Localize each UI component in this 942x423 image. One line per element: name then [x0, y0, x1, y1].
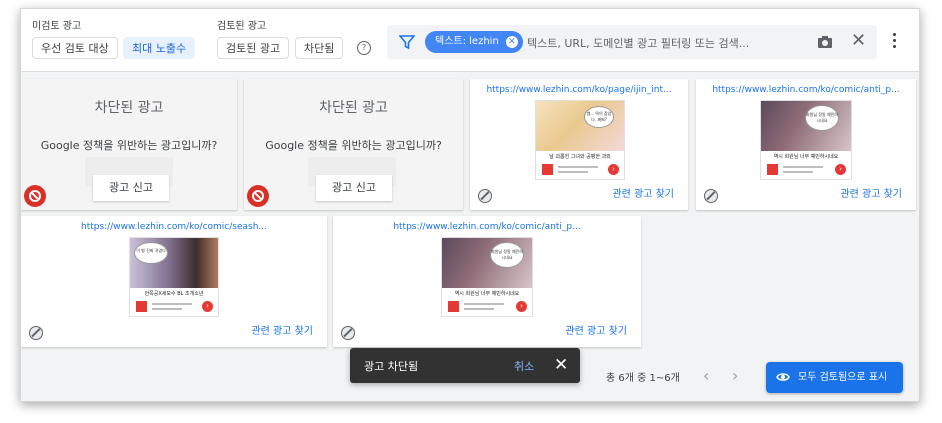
undo-button[interactable]: 취소 [514, 358, 534, 374]
close-snackbar-icon[interactable]: ✕ [554, 355, 568, 375]
blocked-ad-title: 차단된 광고 [319, 100, 388, 116]
blocked-icon[interactable] [247, 185, 269, 207]
ad-url[interactable]: https://www.lezhin.com/ko/comic/anti_p..… [333, 222, 641, 232]
more-options-icon[interactable] [893, 33, 897, 51]
policy-question: Google 정책을 위반하는 광고입니까? [265, 139, 442, 152]
text-line [558, 171, 588, 173]
ad-card[interactable]: https://www.lezhin.com/ko/page/ijin_int.… [470, 79, 688, 210]
cta-arrow-icon: › [608, 164, 619, 175]
speech-bubble: 쌤... 떡이 잡았다. 쩌쩌? [584, 106, 614, 128]
priority-review-chip[interactable]: 우선 검토 대상 [32, 37, 118, 59]
find-related-ads-link[interactable]: 관련 광고 찾기 [612, 185, 674, 200]
cta-arrow-icon: › [835, 164, 846, 175]
speech-bubble: 회원님 정말 예민하시네요 [490, 242, 524, 268]
ad-blocked-snackbar: 광고 차단됨 취소 ✕ [350, 348, 580, 383]
previous-page-icon[interactable]: ‹ [703, 366, 709, 385]
speech-bubble: 이 형 진짜 귀엽다 [134, 242, 168, 264]
brand-logo-icon [136, 301, 147, 312]
blocked-ad-card: 차단된 광고 Google 정책을 위반하는 광고입니까? 광고 신고 [21, 79, 237, 210]
mark-all-reviewed-button[interactable]: 모두 검토됨으로 표시 [766, 362, 903, 393]
text-line [464, 303, 504, 305]
brand-logo-icon [542, 164, 553, 175]
brand-logo-icon [448, 301, 459, 312]
reviewed-group-label: 검토된 광고 [217, 21, 267, 32]
ad-caption: 역시 회원님 너무 예민하시네요 [454, 291, 520, 297]
ad-thumbnail: 이 형 진짜 귀엽다 안쪽공X세모수 BL 조개소년 › [129, 237, 219, 317]
ad-card[interactable]: https://www.lezhin.com/ko/comic/seash...… [21, 216, 327, 347]
report-ad-button[interactable]: 광고 신고 [316, 175, 392, 201]
blocked-icon[interactable] [24, 185, 46, 207]
eye-icon [776, 373, 790, 381]
blocked-chip[interactable]: 차단됨 [295, 37, 344, 59]
block-ad-icon[interactable] [478, 189, 492, 203]
text-filter-chip-label: 텍스트: lezhin [435, 36, 499, 47]
speech-bubble: 회원님 정말 예민하시네요 [805, 105, 839, 131]
max-exposure-chip[interactable]: 최대 노출수 [123, 37, 196, 59]
text-filter-chip[interactable]: 텍스트: lezhin ✕ [425, 31, 523, 53]
blocked-ad-title: 차단된 광고 [94, 100, 164, 116]
block-ad-icon[interactable] [341, 326, 355, 340]
ad-thumbnail: 회원님 정말 예민하시네요 역시 회원님 너무 예민하시네요 › [441, 237, 533, 317]
report-ad-button[interactable]: 광고 신고 [93, 175, 169, 201]
text-line [783, 171, 813, 173]
blocked-ad-card: 차단된 광고 Google 정책을 위반하는 광고입니까? 광고 신고 [244, 79, 463, 210]
ad-thumbnail: 쌤... 떡이 잡았다. 쩌쩌? 날 괴롭힌 그녀와 공평한 과외 › [535, 100, 625, 180]
brand-logo-icon [767, 164, 778, 175]
snackbar-message: 광고 차단됨 [364, 360, 419, 373]
screenshot-icon[interactable] [817, 34, 833, 50]
policy-question: Google 정책을 위반하는 광고입니까? [40, 139, 218, 152]
next-page-icon[interactable]: › [732, 366, 738, 385]
reviewed-ads-chip[interactable]: 검토된 광고 [217, 37, 290, 59]
mark-all-reviewed-label: 모두 검토됨으로 표시 [798, 372, 888, 383]
text-line [783, 166, 823, 168]
ad-review-panel: 미검토 광고 우선 검토 대상 최대 노출수 검토된 광고 검토된 광고 차단됨… [20, 8, 920, 402]
remove-filter-icon[interactable]: ✕ [505, 36, 518, 48]
ad-url[interactable]: https://www.lezhin.com/ko/page/ijin_int.… [470, 85, 688, 95]
ad-thumbnail: 회원님 정말 예민하시네요 역시 회원님 너무 예민하시네요 › [760, 100, 852, 180]
find-related-ads-link[interactable]: 관련 광고 찾기 [251, 322, 313, 337]
text-line [558, 166, 598, 168]
text-line [464, 308, 494, 310]
ad-caption: 역시 회원님 너무 예민하시네요 [773, 154, 839, 160]
pagination-count: 총 6개 중 1~6개 [606, 373, 680, 384]
filter-bar: 텍스트: lezhin ✕ 텍스트, URL, 도메인별 광고 필터링 또는 검… [387, 25, 877, 59]
ad-caption: 안쪽공X세모수 BL 조개소년 [144, 291, 204, 297]
ad-card[interactable]: https://www.lezhin.com/ko/comic/anti_p..… [696, 79, 916, 210]
block-ad-icon[interactable] [29, 326, 43, 340]
unreviewed-group-label: 미검토 광고 [32, 21, 82, 32]
comic-image [536, 101, 624, 151]
cta-arrow-icon: › [202, 301, 213, 312]
help-icon[interactable]: ? [357, 41, 371, 55]
find-related-ads-link[interactable]: 관련 광고 찾기 [840, 185, 902, 200]
ad-card[interactable]: https://www.lezhin.com/ko/comic/anti_p..… [333, 216, 641, 347]
find-related-ads-link[interactable]: 관련 광고 찾기 [565, 322, 627, 337]
filter-icon[interactable] [399, 34, 415, 50]
clear-search-icon[interactable]: ✕ [851, 31, 866, 51]
comic-image [761, 101, 851, 151]
toolbar: 미검토 광고 우선 검토 대상 최대 노출수 검토된 광고 검토된 광고 차단됨… [21, 9, 919, 72]
search-input[interactable]: 텍스트, URL, 도메인별 광고 필터링 또는 검색... [527, 35, 749, 51]
ad-url[interactable]: https://www.lezhin.com/ko/comic/seash... [21, 222, 327, 232]
ad-url[interactable]: https://www.lezhin.com/ko/comic/anti_p..… [696, 85, 916, 95]
text-line [152, 308, 182, 310]
cta-arrow-icon: › [516, 301, 527, 312]
block-ad-icon[interactable] [704, 189, 718, 203]
ad-caption: 날 괴롭힌 그녀와 공평한 과외 [549, 154, 611, 160]
text-line [152, 303, 192, 305]
